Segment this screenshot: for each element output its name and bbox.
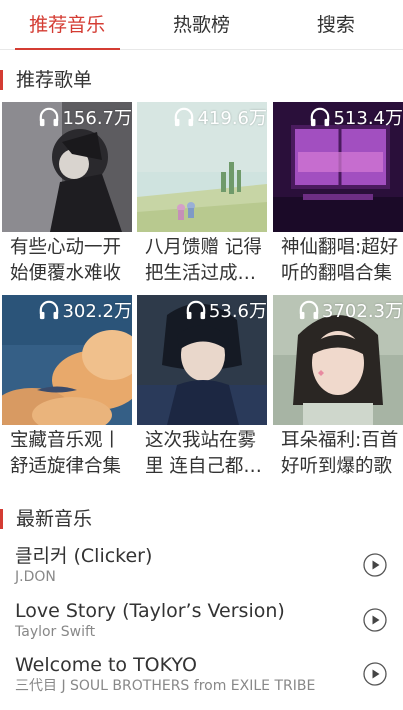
playlist-cover: 3702.3万: [273, 295, 403, 425]
song-name: 클리커 (Clicker): [15, 545, 153, 567]
playlist-cover: 419.6万: [137, 102, 267, 232]
play-count: 3702.3万: [298, 297, 403, 323]
play-icon[interactable]: [363, 662, 387, 686]
tab-hot-chart[interactable]: 热歌榜: [134, 0, 268, 49]
playlist-title: 神仙翻唱:超好听的翻唱合集: [281, 237, 399, 284]
play-count: 156.7万: [38, 104, 132, 130]
song-artist: Taylor Swift: [15, 624, 96, 640]
song-name: Love Story (Taylor’s Version): [15, 600, 285, 622]
song-artist: J.DON: [15, 569, 56, 585]
headphones-icon: [175, 107, 194, 127]
headphones-icon: [311, 107, 330, 127]
song-name: Welcome to TOKYO: [15, 654, 197, 676]
playlist-card[interactable]: 513.4万 神仙翻唱:超好听的翻唱合集: [273, 102, 403, 287]
playlist-title: 宝藏音乐观丨舒适旋律合集: [10, 430, 122, 477]
playlist-cover: 156.7万: [2, 102, 132, 232]
playlist-card[interactable]: 156.7万 有些心动一开始便覆水难收: [2, 102, 132, 287]
playlist-card[interactable]: 3702.3万 耳朵福利:百首好听到爆的歌: [273, 295, 403, 480]
play-icon[interactable]: [363, 553, 387, 577]
song-item[interactable]: Welcome to TOKYO 三代目 J SOUL BROTHERS fro…: [0, 653, 403, 701]
song-artist: 三代目 J SOUL BROTHERS from EXILE TRIBE: [15, 678, 316, 694]
tab-search[interactable]: 搜索: [269, 0, 403, 49]
playlist-cover: 302.2万: [2, 295, 132, 425]
newest-section-title: 最新音乐: [0, 507, 92, 531]
playlist-title: 八月馈赠 记得把生活过成想要的样子: [145, 237, 262, 284]
recommend-section-title: 推荐歌单: [0, 68, 92, 92]
headphones-icon: [186, 300, 206, 320]
playlist-card[interactable]: 419.6万 八月馈赠 记得把生活过成想要的样子: [137, 102, 267, 287]
playlist-title: 这次我站在雾里 连自己都看不清: [145, 430, 262, 477]
playlist-cover: 53.6万: [137, 295, 267, 425]
playlist-title: 有些心动一开始便覆水难收: [10, 237, 122, 284]
play-icon[interactable]: [363, 608, 387, 632]
song-item[interactable]: Love Story (Taylor’s Version) Taylor Swi…: [0, 599, 403, 647]
headphones-icon: [40, 300, 59, 320]
song-item[interactable]: 클리커 (Clicker) J.DON: [0, 544, 403, 592]
play-count: 419.6万: [173, 104, 267, 130]
tab-recommend[interactable]: 推荐音乐: [0, 0, 134, 50]
headphones-icon: [40, 107, 59, 127]
playlist-card[interactable]: 302.2万 宝藏音乐观丨舒适旋律合集: [2, 295, 132, 480]
play-count: 53.6万: [185, 297, 267, 323]
play-count: 302.2万: [38, 297, 132, 323]
playlist-card[interactable]: 53.6万 这次我站在雾里 连自己都看不清: [137, 295, 267, 480]
play-count: 513.4万: [309, 104, 403, 130]
headphones-icon: [299, 300, 319, 320]
tab-bar: 推荐音乐 热歌榜 搜索: [0, 0, 403, 50]
playlist-title: 耳朵福利:百首好听到爆的歌: [281, 430, 399, 477]
playlist-cover: 513.4万: [273, 102, 403, 232]
